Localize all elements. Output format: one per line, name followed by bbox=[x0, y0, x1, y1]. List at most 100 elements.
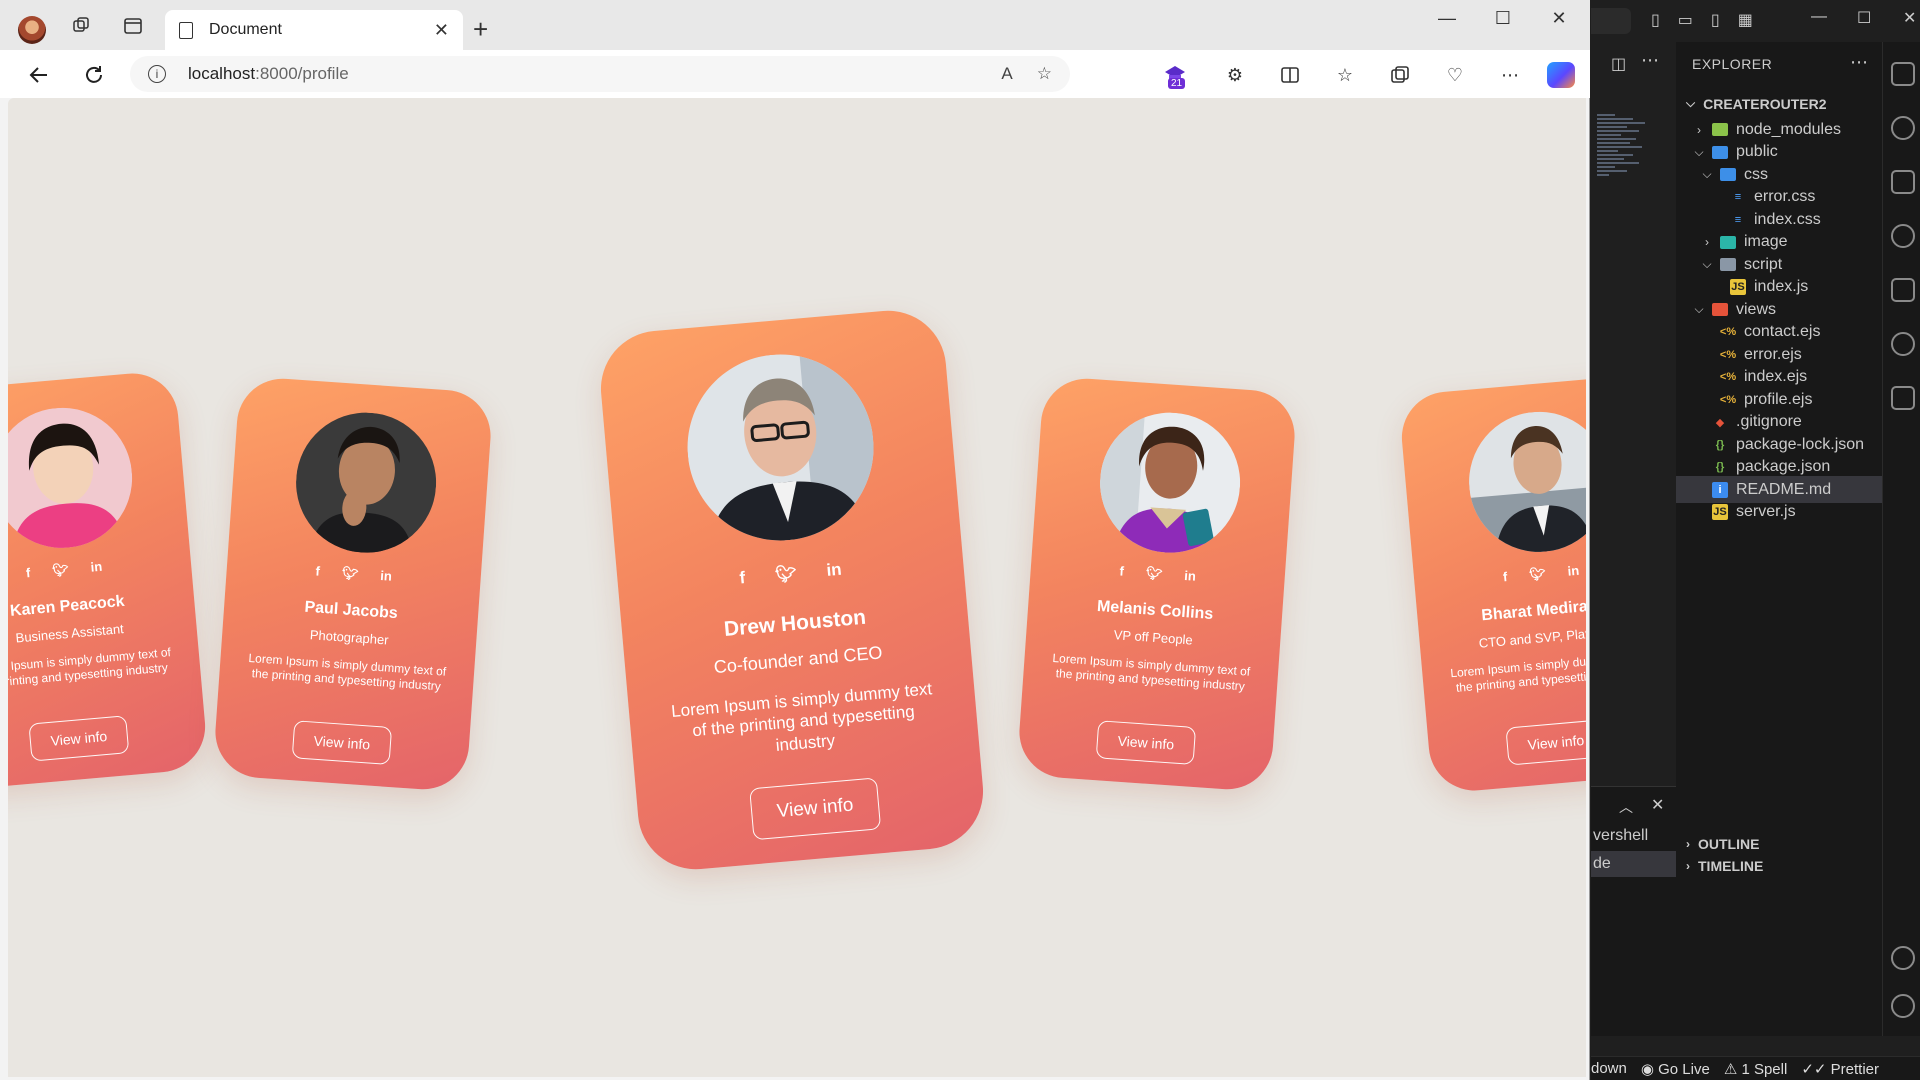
minimize-button[interactable]: — bbox=[1432, 8, 1462, 29]
prettier-status[interactable]: ✓✓ Prettier bbox=[1801, 1060, 1879, 1078]
timeline-section[interactable]: › TIMELINE bbox=[1676, 852, 1882, 879]
url-text[interactable]: localhost:8000/profile bbox=[188, 64, 977, 84]
facebook-icon[interactable]: f bbox=[315, 563, 320, 579]
linkedin-icon[interactable]: in bbox=[1567, 563, 1580, 580]
read-aloud-icon[interactable]: A bbox=[1001, 64, 1012, 84]
collections-icon[interactable] bbox=[1387, 62, 1413, 88]
tree-item-label: script bbox=[1744, 255, 1783, 273]
ejs-file-icon: <% bbox=[1719, 371, 1737, 383]
tab-actions-icon[interactable] bbox=[120, 13, 146, 39]
split-editor-icon[interactable]: ◫ bbox=[1611, 54, 1626, 74]
terminal-tab-powershell[interactable]: vershell bbox=[1591, 823, 1676, 849]
copilot-icon[interactable] bbox=[1547, 62, 1575, 88]
view-info-button[interactable]: View info bbox=[749, 777, 882, 841]
linkedin-icon[interactable]: in bbox=[90, 559, 103, 576]
close-tab-icon[interactable]: ✕ bbox=[434, 20, 449, 41]
twitter-icon[interactable]: 🐦︎ bbox=[1145, 565, 1163, 582]
workspaces-icon[interactable] bbox=[68, 13, 94, 39]
explorer-more-icon[interactable]: ⋯ bbox=[1850, 52, 1868, 73]
timeline-label: TIMELINE bbox=[1698, 857, 1764, 874]
linkedin-icon[interactable]: in bbox=[380, 568, 393, 585]
close-window-button[interactable]: ✕ bbox=[1903, 8, 1916, 28]
facebook-icon[interactable]: f bbox=[25, 565, 31, 581]
close-panel-icon[interactable]: ✕ bbox=[1651, 795, 1664, 815]
tree-item-label: server.js bbox=[1736, 503, 1796, 520]
tab-document[interactable]: Document ✕ bbox=[165, 10, 463, 50]
profile-avatar[interactable] bbox=[18, 16, 46, 44]
terminal-tab-node[interactable]: de bbox=[1591, 851, 1676, 877]
extensions-puzzle-icon[interactable]: ⚙ bbox=[1222, 62, 1248, 88]
outline-label: OUTLINE bbox=[1698, 835, 1760, 852]
facebook-icon[interactable]: f bbox=[1119, 563, 1124, 579]
source-control-icon[interactable] bbox=[1891, 224, 1915, 248]
go-live-button[interactable]: ◉ Go Live bbox=[1641, 1060, 1710, 1078]
chevron-right-icon: › bbox=[1686, 836, 1690, 851]
account-icon[interactable] bbox=[1891, 946, 1915, 970]
twitter-icon[interactable]: 🐦︎ bbox=[341, 565, 359, 582]
refresh-button[interactable] bbox=[79, 60, 109, 90]
profile-photo bbox=[1095, 407, 1245, 558]
browser-essentials-icon[interactable]: ♡ bbox=[1442, 62, 1468, 88]
favorite-star-icon[interactable]: ☆ bbox=[1037, 64, 1052, 84]
close-window-button[interactable]: ✕ bbox=[1544, 8, 1574, 29]
terminal-panel[interactable]: ︿ ✕ vershell de bbox=[1591, 786, 1676, 1036]
new-tab-button[interactable]: + bbox=[473, 14, 488, 45]
more-actions-icon[interactable]: ⋯ bbox=[1641, 50, 1659, 71]
maximize-button[interactable]: ☐ bbox=[1488, 8, 1518, 29]
layout-controls-icon[interactable]: ▯▭▯▦ bbox=[1651, 10, 1771, 30]
profile-name: Bharat Mediratta bbox=[1480, 596, 1586, 625]
favorites-icon[interactable]: ☆ bbox=[1332, 62, 1358, 88]
minimap[interactable] bbox=[1597, 112, 1657, 222]
chevron-right-icon: › bbox=[1705, 235, 1709, 249]
chevron-right-icon: › bbox=[1697, 122, 1701, 137]
facebook-icon[interactable]: f bbox=[739, 568, 746, 588]
folder-icon bbox=[1720, 168, 1736, 181]
spell-check-status[interactable]: ⚠ 1 Spell bbox=[1724, 1060, 1788, 1078]
run-debug-icon[interactable] bbox=[1891, 278, 1915, 302]
tab-title: Document bbox=[209, 21, 282, 38]
view-info-button[interactable]: View info bbox=[291, 720, 393, 765]
json-file-icon: {} bbox=[1715, 438, 1725, 451]
linkedin-icon[interactable]: in bbox=[1184, 568, 1197, 585]
tree-item-label: index.css bbox=[1754, 210, 1821, 228]
status-item-left[interactable]: down bbox=[1591, 1060, 1627, 1077]
twitter-icon[interactable]: 🐦︎ bbox=[774, 564, 797, 586]
social-links: f 🐦︎ in bbox=[1414, 555, 1586, 593]
twitter-icon[interactable]: 🐦︎ bbox=[1529, 566, 1547, 583]
project-folder-header[interactable]: ⌵ CREATEROUTER2 bbox=[1676, 90, 1882, 117]
navigation-bar: i localhost:8000/profile A ☆ 21 ⚙ ☆ ♡ ⋯ bbox=[0, 50, 1590, 98]
tree-item-server-js[interactable]: JS server.js bbox=[1676, 499, 1882, 526]
info-file-icon: i bbox=[1712, 481, 1728, 498]
minimize-button[interactable]: — bbox=[1811, 8, 1827, 26]
site-info-icon[interactable]: i bbox=[148, 65, 166, 83]
explorer-activity-icon[interactable] bbox=[1891, 62, 1915, 86]
maximize-panel-icon[interactable]: ︿ bbox=[1619, 797, 1633, 817]
folder-icon bbox=[1712, 123, 1728, 136]
testing-icon[interactable] bbox=[1891, 386, 1915, 410]
back-button[interactable] bbox=[24, 60, 54, 90]
search-activity-icon[interactable] bbox=[1891, 116, 1915, 140]
more-menu-icon[interactable]: ⋯ bbox=[1497, 62, 1523, 88]
tree-item-label: error.ejs bbox=[1744, 345, 1802, 363]
command-center[interactable] bbox=[1591, 8, 1631, 34]
tree-item-label: contact.ejs bbox=[1744, 323, 1821, 340]
facebook-icon[interactable]: f bbox=[1502, 569, 1508, 585]
view-info-button[interactable]: View info bbox=[28, 715, 130, 762]
twitter-icon[interactable]: 🐦︎ bbox=[52, 562, 70, 579]
tree-item-label: index.ejs bbox=[1744, 368, 1808, 385]
remote-explorer-icon[interactable] bbox=[1891, 332, 1915, 356]
split-screen-icon[interactable] bbox=[1277, 62, 1303, 88]
linkedin-icon[interactable]: in bbox=[826, 560, 843, 581]
profile-card: f 🐦︎ in Paul Jacobs Photographer Lorem I… bbox=[212, 375, 494, 793]
extensions-activity-icon[interactable] bbox=[1891, 170, 1915, 194]
profile-description: Lorem Ipsum is simply dummy text of the … bbox=[248, 650, 447, 694]
view-info-button[interactable]: View info bbox=[1095, 720, 1197, 765]
chevron-down-icon: ⌵ bbox=[1694, 302, 1704, 316]
social-links: f 🐦︎ in bbox=[1030, 557, 1284, 591]
view-info-button[interactable]: View info bbox=[1505, 719, 1586, 766]
tree-item-label: css bbox=[1744, 165, 1768, 183]
settings-gear-icon[interactable] bbox=[1891, 994, 1915, 1018]
address-bar[interactable]: i localhost:8000/profile A ☆ bbox=[130, 56, 1070, 92]
maximize-button[interactable]: ☐ bbox=[1857, 8, 1871, 28]
editor-area[interactable]: ◫ ⋯ bbox=[1591, 42, 1676, 786]
